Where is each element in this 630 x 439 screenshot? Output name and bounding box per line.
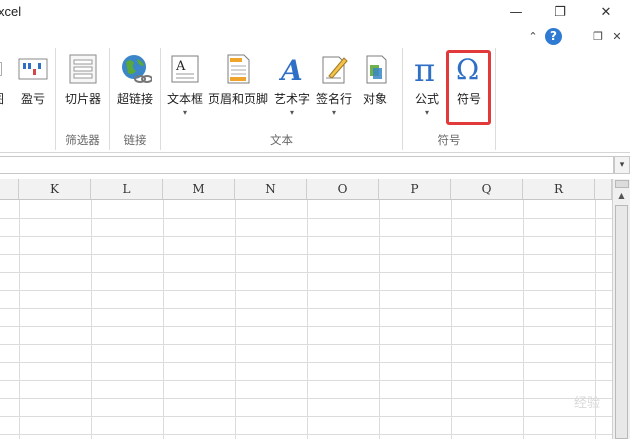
textbox-icon: A xyxy=(171,55,199,83)
ribbon-tab-bar: ⌃ ? ❐ ✕ xyxy=(0,26,630,48)
slicer-icon xyxy=(69,54,97,84)
slicer-label: 切片器 xyxy=(64,92,101,106)
wordart-button[interactable]: A 艺术字 ▾ xyxy=(272,52,312,117)
column-header-m[interactable]: M xyxy=(163,179,235,199)
textbox-dropdown-icon[interactable]: ▾ xyxy=(165,108,205,117)
column-header-o[interactable]: O xyxy=(307,179,379,199)
header-footer-label: 页眉和页脚 xyxy=(207,92,268,106)
symbols-group-label: 符号 xyxy=(437,133,461,147)
symbol-highlight-box xyxy=(446,50,491,125)
title-bar: xcel — ❐ ✕ xyxy=(0,0,630,26)
object-label: 对象 xyxy=(362,92,387,106)
scroll-up-icon[interactable]: ▲ xyxy=(614,189,629,203)
wordart-label: 艺术字 xyxy=(273,92,310,106)
equation-label: 公式 xyxy=(414,92,439,106)
winloss-sparkline-label: 盈亏 xyxy=(20,92,45,106)
hyperlink-label: 超链接 xyxy=(116,92,153,106)
restore-button[interactable]: ❐ xyxy=(548,4,572,22)
svg-text:π: π xyxy=(414,52,435,86)
worksheet: K L M N O P Q R xyxy=(0,179,612,439)
line-sparkline-icon xyxy=(0,62,2,76)
wordart-icon: A xyxy=(278,54,303,86)
text-group-label: 文本 xyxy=(270,133,293,147)
signature-line-label: 签名行 xyxy=(315,92,352,106)
window-title: xcel xyxy=(0,4,22,19)
column-header-r[interactable]: R xyxy=(523,179,595,199)
text-group: A 文本框 ▾ 页眉和页脚 A 艺术字 ▾ 签名行 ▾ 对象 文本 xyxy=(161,48,403,150)
workbook-restore-icon[interactable]: ❐ xyxy=(589,28,607,46)
svg-text:A: A xyxy=(278,54,303,86)
textbox-button[interactable]: A 文本框 ▾ xyxy=(165,52,205,117)
globe-link-icon xyxy=(122,55,152,83)
ribbon: 图 盈亏 图 切片器 筛选器 xyxy=(0,48,630,153)
column-header-n[interactable]: N xyxy=(235,179,307,199)
links-group: 超链接 链接 xyxy=(110,48,161,150)
formula-expand-icon[interactable]: ▾ xyxy=(614,156,630,174)
formula-input[interactable] xyxy=(0,156,614,174)
column-headers: K L M N O P Q R xyxy=(0,179,612,200)
hyperlink-button[interactable]: 超链接 xyxy=(114,52,156,107)
column-header-l[interactable]: L xyxy=(91,179,163,199)
minimize-button[interactable]: — xyxy=(504,4,528,22)
column-header-partial[interactable] xyxy=(0,179,19,199)
sparklines-group-label: 图 xyxy=(0,132,10,148)
wordart-dropdown-icon[interactable]: ▾ xyxy=(272,108,312,117)
column-header-p[interactable]: P xyxy=(379,179,451,199)
close-button[interactable]: ✕ xyxy=(594,4,618,22)
object-icon xyxy=(366,55,387,84)
column-header-s-partial[interactable] xyxy=(595,179,612,199)
sparklines-group: 图 盈亏 图 xyxy=(0,48,56,150)
signature-line-button[interactable]: 签名行 ▾ xyxy=(313,52,355,117)
column-header-k[interactable]: K xyxy=(19,179,91,199)
workbook-close-icon[interactable]: ✕ xyxy=(608,28,626,46)
line-sparkline-label: 图 xyxy=(0,90,10,107)
slicer-button[interactable]: 切片器 xyxy=(62,52,104,107)
header-footer-button[interactable]: 页眉和页脚 xyxy=(206,52,270,107)
split-handle[interactable] xyxy=(615,180,629,188)
equation-dropdown-icon[interactable]: ▾ xyxy=(407,108,447,117)
line-sparkline-button[interactable]: 图 xyxy=(0,52,10,107)
cell-grid[interactable] xyxy=(0,200,612,439)
svg-text:A: A xyxy=(175,59,186,74)
signature-dropdown-icon[interactable]: ▾ xyxy=(313,108,355,117)
equation-button[interactable]: π 公式 ▾ xyxy=(407,52,447,117)
column-header-q[interactable]: Q xyxy=(451,179,523,199)
header-footer-icon xyxy=(227,54,250,84)
vertical-scrollbar[interactable]: ▲ xyxy=(612,179,630,439)
textbox-label: 文本框 xyxy=(166,92,203,106)
collapse-ribbon-icon[interactable]: ⌃ xyxy=(524,28,542,46)
help-icon[interactable]: ? xyxy=(545,28,562,45)
links-group-label: 链接 xyxy=(123,133,147,147)
scroll-thumb[interactable] xyxy=(615,205,628,439)
winloss-sparkline-button[interactable]: 盈亏 xyxy=(16,52,50,107)
pi-icon: π xyxy=(414,52,435,86)
signature-line-icon xyxy=(322,56,348,84)
watermark: 经验 xyxy=(573,396,600,411)
filter-group: 切片器 筛选器 xyxy=(56,48,110,150)
winloss-sparkline-icon xyxy=(18,58,48,80)
formula-bar: ▾ xyxy=(0,155,630,177)
filter-group-label: 筛选器 xyxy=(65,133,100,147)
object-button[interactable]: 对象 xyxy=(357,52,393,107)
